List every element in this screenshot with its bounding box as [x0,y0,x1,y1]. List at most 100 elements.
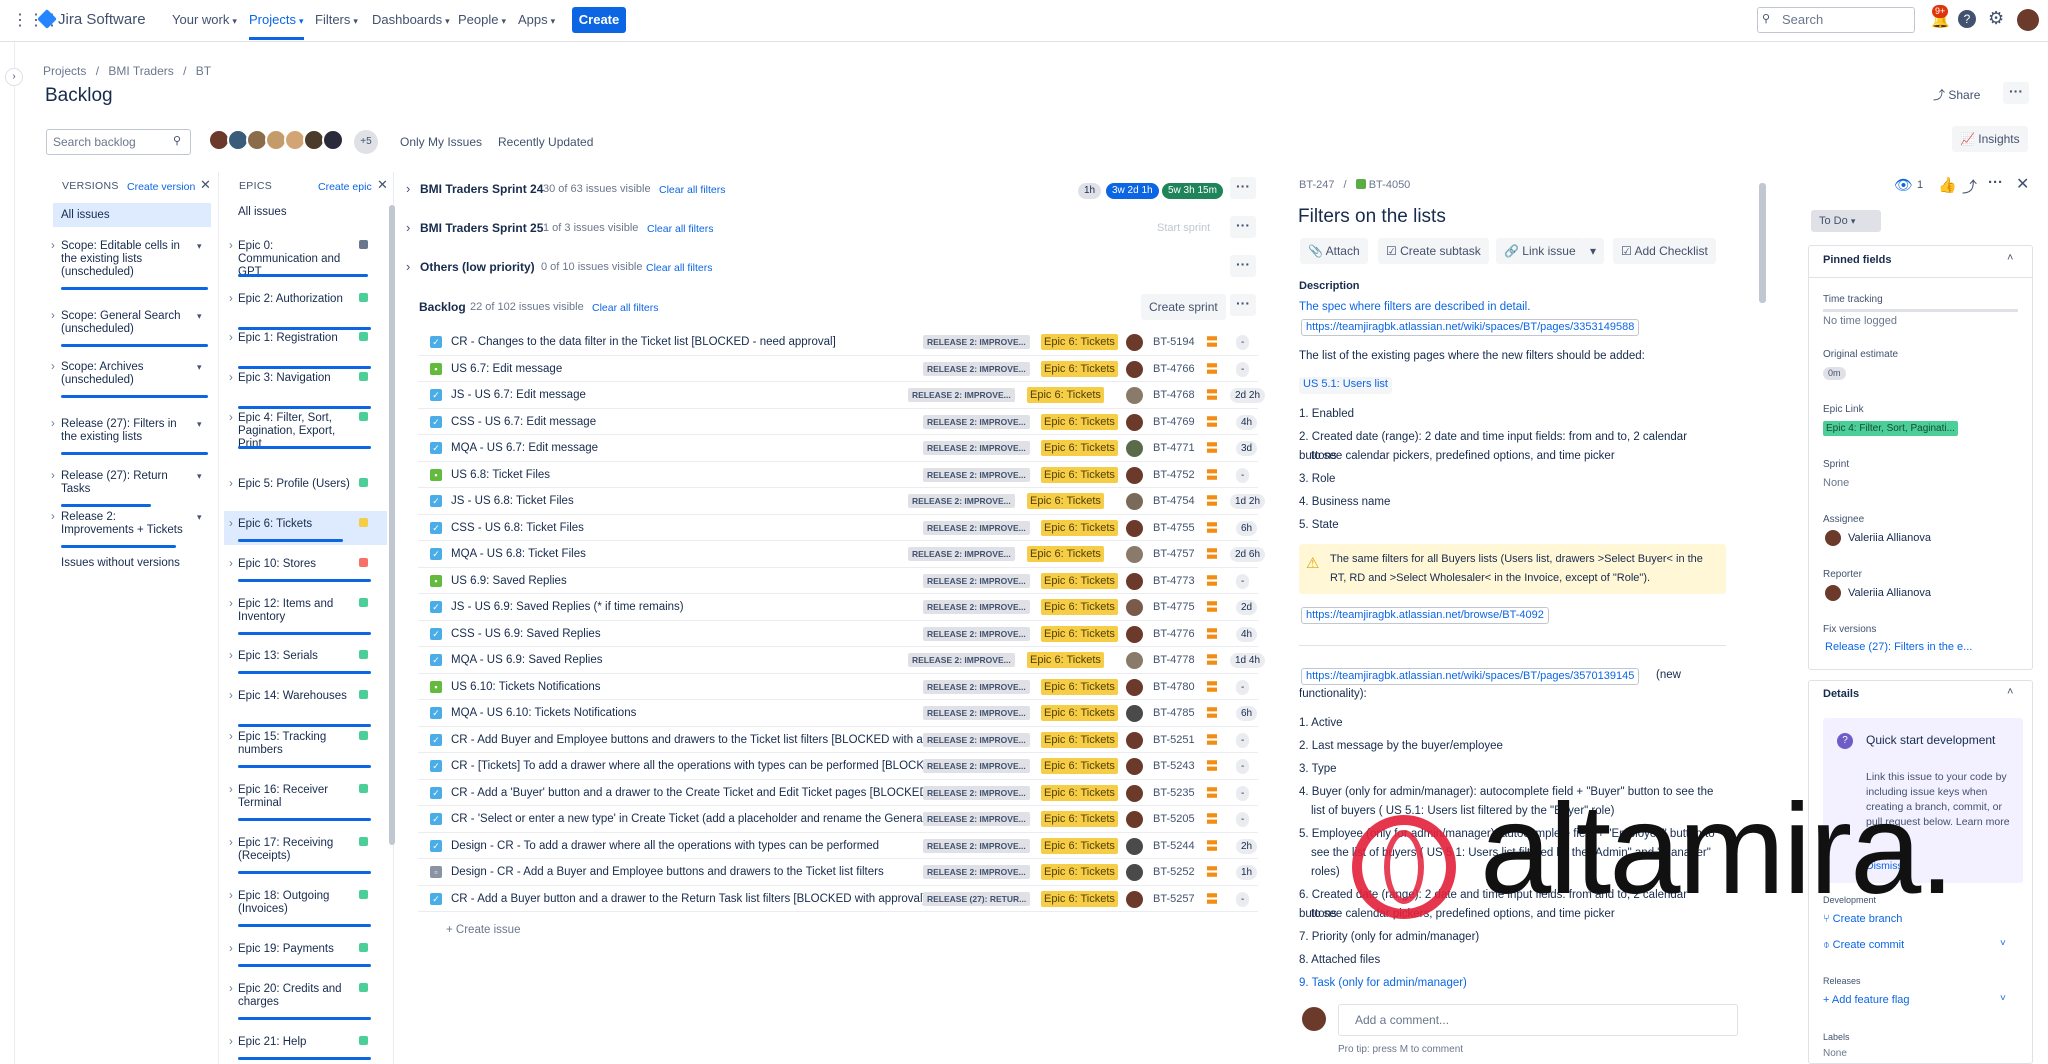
table-row[interactable]: ✓ JS - US 6.9: Saved Replies (* if time r… [418,594,1258,621]
chevron-right-icon[interactable]: › [51,361,55,374]
epic-lozenge[interactable]: Epic 6: Tickets [1027,493,1104,509]
chevron-right-icon[interactable]: › [51,240,55,253]
issue-key[interactable]: BT-4776 [1153,621,1195,647]
issue-key[interactable]: BT-4780 [1153,674,1195,700]
breadcrumb-project[interactable]: BMI Traders [108,64,173,78]
page-more-actions[interactable]: ··· [2003,82,2029,104]
issue-title[interactable]: Filters on the lists [1298,206,1446,228]
chevron-right-icon[interactable]: › [229,650,233,663]
epic-lozenge[interactable]: Epic 6: Tickets [1041,731,1118,748]
issue-summary[interactable]: US 6.9: Saved Replies [451,568,931,594]
assignee-avatar[interactable] [1126,466,1143,484]
epic-item[interactable]: Epic 13: Serials [238,650,353,663]
issue-summary[interactable]: Design - CR - Add a Buyer and Employee b… [451,859,931,885]
fix-version-lozenge[interactable]: RELEASE 2: IMPROVE... [923,414,1030,429]
chevron-right-icon[interactable]: › [229,293,233,306]
dropdown-caret-icon[interactable]: ▾ [197,361,202,374]
epic-lozenge[interactable]: Epic 6: Tickets [1041,784,1118,801]
epic-color-icon[interactable] [359,1036,368,1045]
link-issue-button[interactable]: 🔗 Link issue [1496,238,1584,264]
epic-color-icon[interactable] [359,784,368,793]
table-row[interactable]: ✓ Design - CR - To add a drawer where all… [418,833,1258,859]
issue-summary[interactable]: CR - 'Select or enter a new type' in Cre… [451,806,931,832]
chevron-right-icon[interactable]: › [51,310,55,323]
fix-version-lozenge[interactable]: RELEASE 2: IMPROVE... [923,361,1030,376]
issue-key[interactable]: BT-4778 [1153,647,1195,673]
epic-lozenge[interactable]: Epic 6: Tickets [1041,599,1118,615]
issue-summary[interactable]: CR - Changes to the data filter in the T… [451,329,931,355]
epic-item[interactable]: Epic 16: Receiver Terminal [238,784,353,810]
issue-summary[interactable]: MQA - US 6.7: Edit message [451,435,931,461]
chevron-right-icon[interactable]: › [406,181,410,196]
issue-summary[interactable]: US 6.8: Ticket Files [451,462,931,488]
epic-item[interactable]: Epic 17: Receiving (Receipts) [238,837,353,863]
epic-item[interactable]: Epic 18: Outgoing (Invoices) [238,890,353,916]
sprint-clear-filters[interactable]: Clear all filters [647,223,714,235]
issue-key[interactable]: BT-5243 [1153,753,1195,779]
fix-version-lozenge[interactable]: RELEASE 2: IMPROVE... [923,467,1030,482]
epic-color-icon[interactable] [359,518,368,527]
table-row[interactable]: ✓ CR - Add a Buyer button and a drawer to… [418,886,1258,912]
assignee-value[interactable]: Valeriia Allianova [1848,532,1931,544]
issue-summary[interactable]: MQA - US 6.8: Ticket Files [451,541,906,567]
issue-summary[interactable]: US 6.10: Tickets Notifications [451,674,931,700]
nav-filters[interactable]: Filters ▾ [315,0,358,40]
epic-item[interactable]: Epic 10: Stores [238,558,353,571]
nav-dashboards[interactable]: Dashboards ▾ [372,0,450,40]
chevron-up-icon[interactable]: ˄ [2007,252,2013,264]
profile-avatar[interactable] [2017,9,2039,31]
issues-without-versions[interactable]: Issues without versions [61,557,180,569]
issue-summary[interactable]: MQA - US 6.9: Saved Replies [451,647,906,673]
assignee-avatar[interactable] [1126,493,1143,510]
epic-lozenge[interactable]: Epic 6: Tickets [1041,811,1118,827]
assignee-avatar[interactable] [1126,731,1143,749]
create-sprint-button[interactable]: Create sprint [1141,294,1226,320]
assignee-avatar[interactable] [1126,546,1143,563]
table-row[interactable]: ✓ MQA - US 6.8: Ticket Files RELEASE 2: IM… [418,541,1266,568]
backlog-scrollbar[interactable] [1759,183,1766,303]
dropdown-caret-icon[interactable]: ▾ [197,470,202,483]
expand-sidebar-button[interactable]: › [5,68,23,86]
epic-color-icon[interactable] [359,690,368,699]
chevron-right-icon[interactable]: › [229,598,233,611]
sprint-more-actions[interactable]: ··· [1230,216,1256,238]
nav-apps[interactable]: Apps ▾ [518,0,555,40]
chevron-right-icon[interactable]: › [229,478,233,491]
epic-item[interactable]: Epic 21: Help [238,1036,353,1049]
issue-key[interactable]: BT-5205 [1153,806,1195,832]
issue-summary[interactable]: CR - [Tickets] To add a drawer where all… [451,753,931,779]
issue-key[interactable]: BT-4775 [1153,594,1195,620]
issue-summary[interactable]: CR - Add a 'Buyer' button and a drawer t… [451,780,931,806]
assignee-avatar[interactable] [1126,334,1143,351]
sprint-title[interactable]: BMI Traders Sprint 25 [420,221,543,235]
product-name[interactable]: Jira Software [58,11,146,28]
backlog-more-actions[interactable]: ··· [1230,294,1256,316]
fix-version-lozenge[interactable]: RELEASE 2: IMPROVE... [923,785,1030,800]
chevron-right-icon[interactable]: › [229,731,233,744]
share-icon[interactable]: ⤴ [1962,176,1977,197]
recently-updated-filter[interactable]: Recently Updated [490,129,601,155]
version-item[interactable]: Scope: Editable cells in the existing li… [61,240,189,279]
table-row[interactable]: ✓ MQA - US 6.10: Tickets Notifications REL… [418,700,1258,727]
fix-version-lozenge[interactable]: RELEASE 2: IMPROVE... [923,865,1030,879]
epic-color-icon[interactable] [359,837,368,846]
global-search-input[interactable]: Search [1757,7,1915,33]
version-item[interactable]: Scope: General Search (unscheduled) [61,310,189,336]
chevron-down-icon[interactable]: ˅ [2000,993,2006,1004]
epic-lozenge[interactable]: Epic 6: Tickets [1041,864,1118,880]
chevron-right-icon[interactable]: › [406,259,410,274]
version-item[interactable]: Release 2: Improvements + Tickets [61,511,189,537]
epic-color-icon[interactable] [359,372,368,381]
issue-key[interactable]: BT-5257 [1153,886,1195,912]
nav-your-work[interactable]: Your work ▾ [172,0,237,40]
details-header[interactable]: Details [1823,688,1859,700]
sprint-title[interactable]: Others (low priority) [420,260,535,274]
add-checklist-button[interactable]: ☑ Add Checklist [1613,238,1716,264]
epic-item[interactable]: Epic 1: Registration [238,332,353,345]
epic-item[interactable]: Epic 3: Navigation [238,372,353,385]
issue-key[interactable]: BT-4757 [1153,541,1195,567]
create-epic-link[interactable]: Create epic [318,181,372,193]
epics-all-issues[interactable]: All issues [238,206,287,218]
issue-key[interactable]: BT-4768 [1153,382,1195,408]
table-row[interactable]: ✓ CR - Add a 'Buyer' button and a drawer … [418,780,1258,806]
